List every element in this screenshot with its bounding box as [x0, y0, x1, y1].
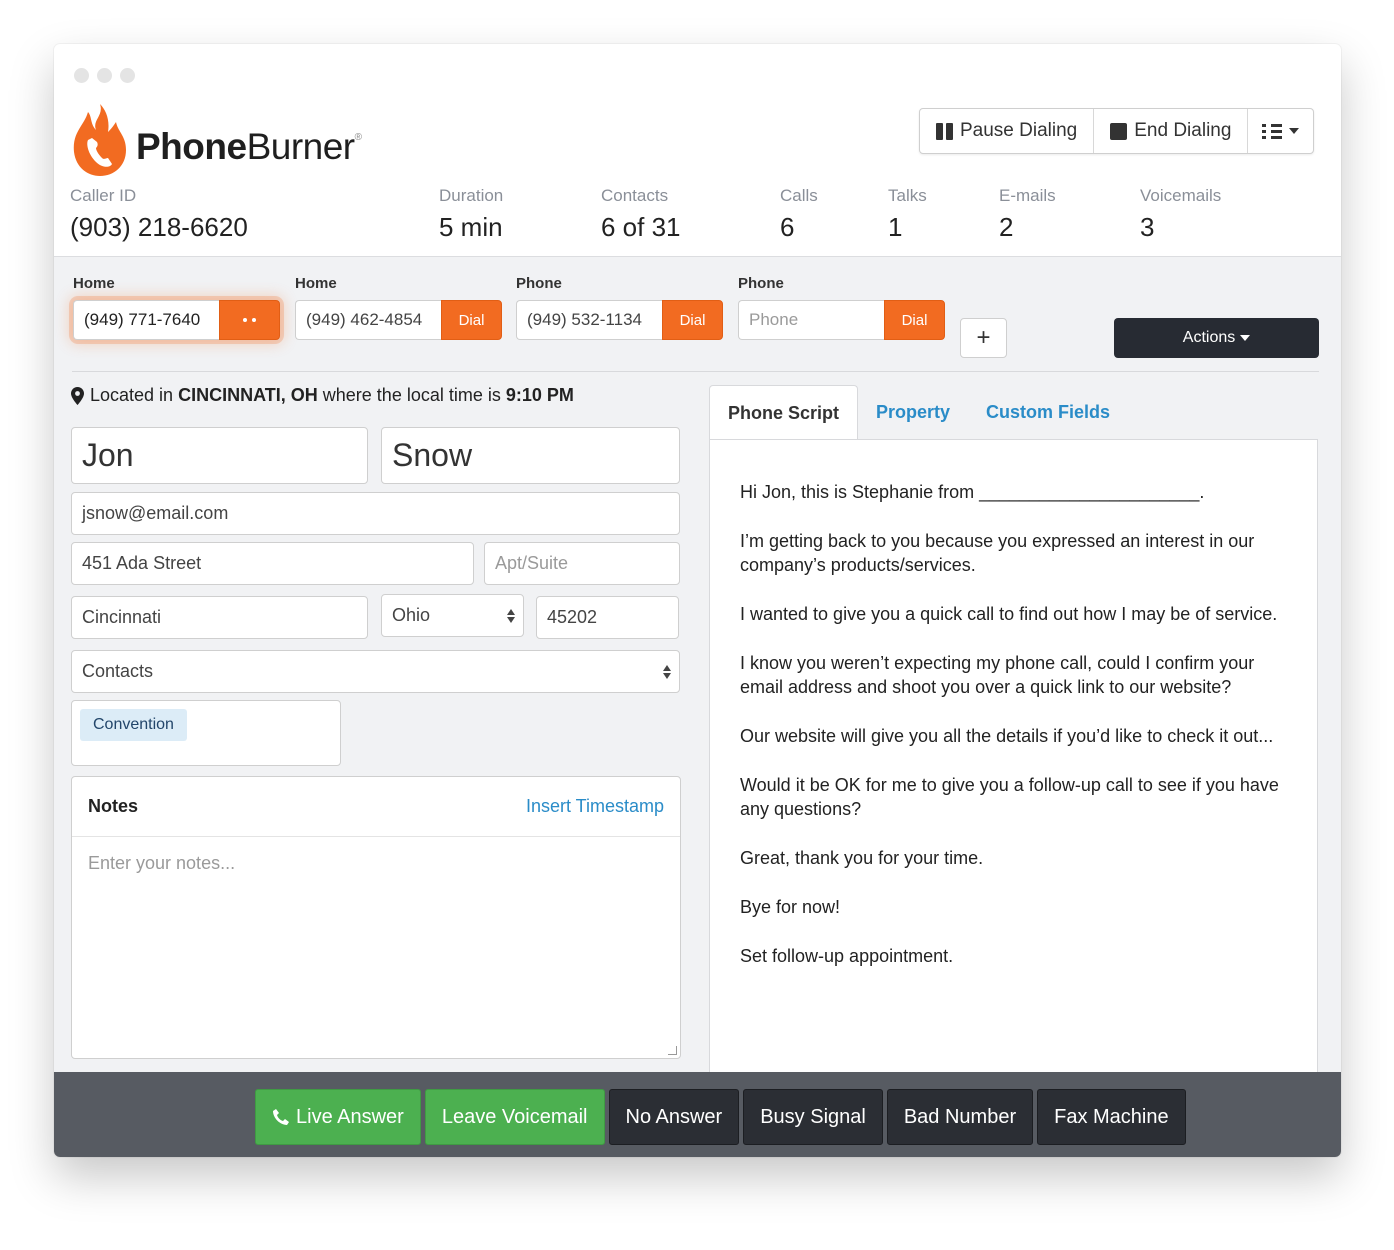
phone-group-1: Home (949) 771-7640: [73, 275, 280, 340]
stat-calls: Calls 6: [780, 186, 818, 242]
resize-handle-icon[interactable]: [668, 1046, 677, 1055]
phone-icon: [273, 1109, 289, 1125]
stat-emails: E-mails 2: [999, 186, 1056, 242]
no-answer-button[interactable]: No Answer: [608, 1089, 740, 1145]
stat-voicemails: Voicemails 3: [1140, 186, 1222, 242]
zip-field[interactable]: 45202: [536, 596, 679, 639]
window-controls: [74, 68, 135, 83]
live-answer-button[interactable]: Live Answer: [255, 1089, 421, 1145]
stat-caller-id: Caller ID (903) 218-6620: [70, 186, 248, 242]
insert-timestamp-link[interactable]: Insert Timestamp: [526, 796, 664, 817]
dial-button-4[interactable]: Dial: [884, 300, 945, 340]
app-window: PhoneBurner® Pause Dialing End Dialing C…: [54, 44, 1341, 1157]
script-line: Our website will give you all the detail…: [740, 726, 1274, 746]
notes-textarea[interactable]: Enter your notes...: [72, 837, 680, 890]
city-field[interactable]: Cincinnati: [71, 596, 368, 639]
session-stats: Caller ID (903) 218-6620 Duration 5 min Co…: [54, 186, 1341, 256]
leave-voicemail-button[interactable]: Leave Voicemail: [424, 1089, 605, 1145]
state-select[interactable]: Ohio: [381, 594, 524, 637]
active-phone-row: (949) 771-7640: [73, 300, 280, 340]
first-name-field[interactable]: Jon: [71, 427, 368, 484]
caret-down-icon: [1289, 128, 1300, 134]
bad-number-button[interactable]: Bad Number: [886, 1089, 1034, 1145]
script-line: I wanted to give you a quick call to fin…: [740, 604, 1278, 624]
map-pin-icon: [71, 386, 84, 405]
fax-machine-button[interactable]: Fax Machine: [1037, 1089, 1186, 1145]
caret-down-icon: [1240, 335, 1251, 341]
divider: [72, 371, 1319, 372]
busy-signal-button[interactable]: Busy Signal: [743, 1089, 883, 1145]
tags-input[interactable]: Convention: [71, 700, 341, 766]
maximize-dot[interactable]: [120, 68, 135, 83]
add-phone-button[interactable]: +: [960, 318, 1007, 358]
phone-input-1[interactable]: (949) 771-7640: [73, 300, 219, 340]
tab-phone-script[interactable]: Phone Script: [709, 385, 859, 440]
script-line: Would it be OK for me to give you a foll…: [740, 775, 1279, 819]
end-dialing-button[interactable]: End Dialing: [1094, 109, 1249, 153]
brand-logo: PhoneBurner®: [70, 102, 362, 178]
script-tabs: Phone Script Property Custom Fields: [709, 385, 1128, 440]
script-line: I’m getting back to you because you expr…: [740, 531, 1255, 575]
tab-custom-fields[interactable]: Custom Fields: [968, 385, 1128, 439]
phone-input-4[interactable]: Phone: [738, 300, 884, 340]
script-line: Bye for now!: [740, 897, 841, 917]
actions-dropdown-button[interactable]: Actions: [1114, 318, 1319, 358]
notes-title: Notes: [88, 796, 139, 816]
dots-icon: [243, 318, 256, 322]
street-field[interactable]: 451 Ada Street: [71, 542, 474, 585]
tag-chip[interactable]: Convention: [80, 709, 187, 741]
stat-duration: Duration 5 min: [439, 186, 504, 242]
calling-indicator-button[interactable]: [219, 300, 280, 340]
email-field[interactable]: jsnow@email.com: [71, 492, 680, 535]
script-line: I know you weren’t expecting my phone ca…: [740, 653, 1255, 697]
pause-icon: [936, 122, 953, 140]
list-menu-button[interactable]: [1248, 109, 1313, 153]
phone-group-4: Phone Phone Dial: [738, 275, 945, 340]
dial-button-3[interactable]: Dial: [662, 300, 723, 340]
last-name-field[interactable]: Snow: [381, 427, 680, 484]
location-info: Located in CINCINNATI, OH where the loca…: [71, 385, 574, 406]
folder-select[interactable]: Contacts: [71, 650, 680, 693]
phone-group-3: Phone (949) 532-1134 Dial: [516, 275, 723, 340]
phone-input-3[interactable]: (949) 532-1134: [516, 300, 662, 340]
close-dot[interactable]: [74, 68, 89, 83]
minimize-dot[interactable]: [97, 68, 112, 83]
notes-header: Notes Insert Timestamp: [72, 777, 680, 837]
phone-input-2[interactable]: (949) 462-4854: [295, 300, 441, 340]
outcome-buttons: Live Answer Leave Voicemail No Answer Bu…: [255, 1089, 1186, 1145]
contact-panel: Home (949) 771-7640 Home (949) 462-4854 …: [54, 256, 1341, 1079]
phone-group-2: Home (949) 462-4854 Dial: [295, 275, 502, 340]
tab-property[interactable]: Property: [858, 385, 968, 439]
stop-icon: [1110, 122, 1128, 140]
script-line: Set follow-up appointment.: [740, 946, 954, 966]
stat-contacts: Contacts 6 of 31: [601, 186, 681, 242]
flame-phone-icon: [73, 104, 126, 176]
apt-suite-field[interactable]: Apt/Suite: [484, 542, 680, 585]
brand-name: PhoneBurner®: [136, 126, 362, 167]
stat-talks: Talks 1: [888, 186, 927, 242]
script-line: Hi Jon, this is Stephanie from _________…: [740, 482, 1205, 502]
notes-panel: Notes Insert Timestamp Enter your notes.…: [71, 776, 681, 1059]
script-line: Great, thank you for your time.: [740, 848, 984, 868]
call-outcome-bar: Live Answer Leave Voicemail No Answer Bu…: [54, 1072, 1341, 1157]
list-icon: [1262, 123, 1283, 139]
select-arrows-icon: [507, 608, 515, 623]
dial-button-2[interactable]: Dial: [441, 300, 502, 340]
select-arrows-icon: [663, 664, 671, 679]
phone-script-content: Hi Jon, this is Stephanie from _________…: [709, 439, 1318, 1079]
dialing-controls: Pause Dialing End Dialing: [919, 108, 1315, 154]
pause-dialing-button[interactable]: Pause Dialing: [920, 109, 1095, 153]
